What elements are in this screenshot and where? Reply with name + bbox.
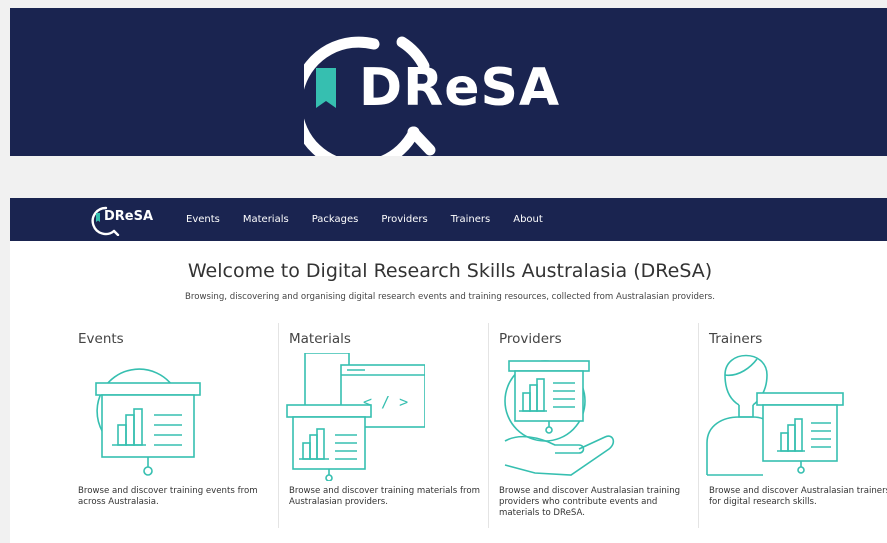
nav-link-materials[interactable]: Materials — [243, 214, 289, 225]
section-materials[interactable]: Materials < / > Browse and discover trai… — [278, 323, 484, 528]
section-trainers[interactable]: Trainers Browse and discover Australasia… — [698, 323, 887, 528]
nav-logo[interactable]: DReSA — [90, 204, 170, 237]
materials-illustration-icon: < / > — [286, 353, 425, 481]
nav-logo-text: DReSA — [104, 209, 154, 224]
providers-illustration-icon — [504, 360, 615, 476]
section-description: Browse and discover Australasian trainer… — [709, 486, 887, 507]
section-events[interactable]: Events Browse and discover training even… — [78, 323, 273, 528]
section-providers[interactable]: Providers Browse and discover Australasi… — [488, 323, 694, 528]
section-description: Browse and discover Australasian trainin… — [499, 486, 681, 518]
section-title[interactable]: Trainers — [709, 331, 762, 347]
section-title[interactable]: Providers — [499, 331, 562, 347]
navbar: DReSA Events Materials Packages Provider… — [10, 198, 887, 241]
section-title[interactable]: Events — [78, 331, 124, 347]
section-description: Browse and discover training materials f… — [289, 486, 480, 507]
nav-link-about[interactable]: About — [513, 214, 543, 225]
banner-logo: DReSA — [291, 22, 572, 172]
nav-links: Events Materials Packages Providers Trai… — [186, 198, 566, 241]
page-title: Welcome to Digital Research Skills Austr… — [187, 260, 713, 282]
banner-logo-text: DReSA — [359, 58, 561, 118]
nav-link-providers[interactable]: Providers — [381, 214, 427, 225]
banner: DReSA — [10, 8, 887, 172]
trainers-illustration-icon — [706, 354, 844, 476]
section-description: Browse and discover training events from… — [78, 486, 258, 507]
events-illustration-icon — [95, 368, 201, 476]
page-subtitle: Browsing, discovering and organising dig… — [185, 292, 715, 302]
nav-link-packages[interactable]: Packages — [312, 214, 359, 225]
nav-link-trainers[interactable]: Trainers — [451, 214, 490, 225]
nav-link-events[interactable]: Events — [186, 214, 220, 225]
section-title[interactable]: Materials — [289, 331, 351, 347]
homepage-preview: DReSA Events Materials Packages Provider… — [10, 198, 887, 543]
